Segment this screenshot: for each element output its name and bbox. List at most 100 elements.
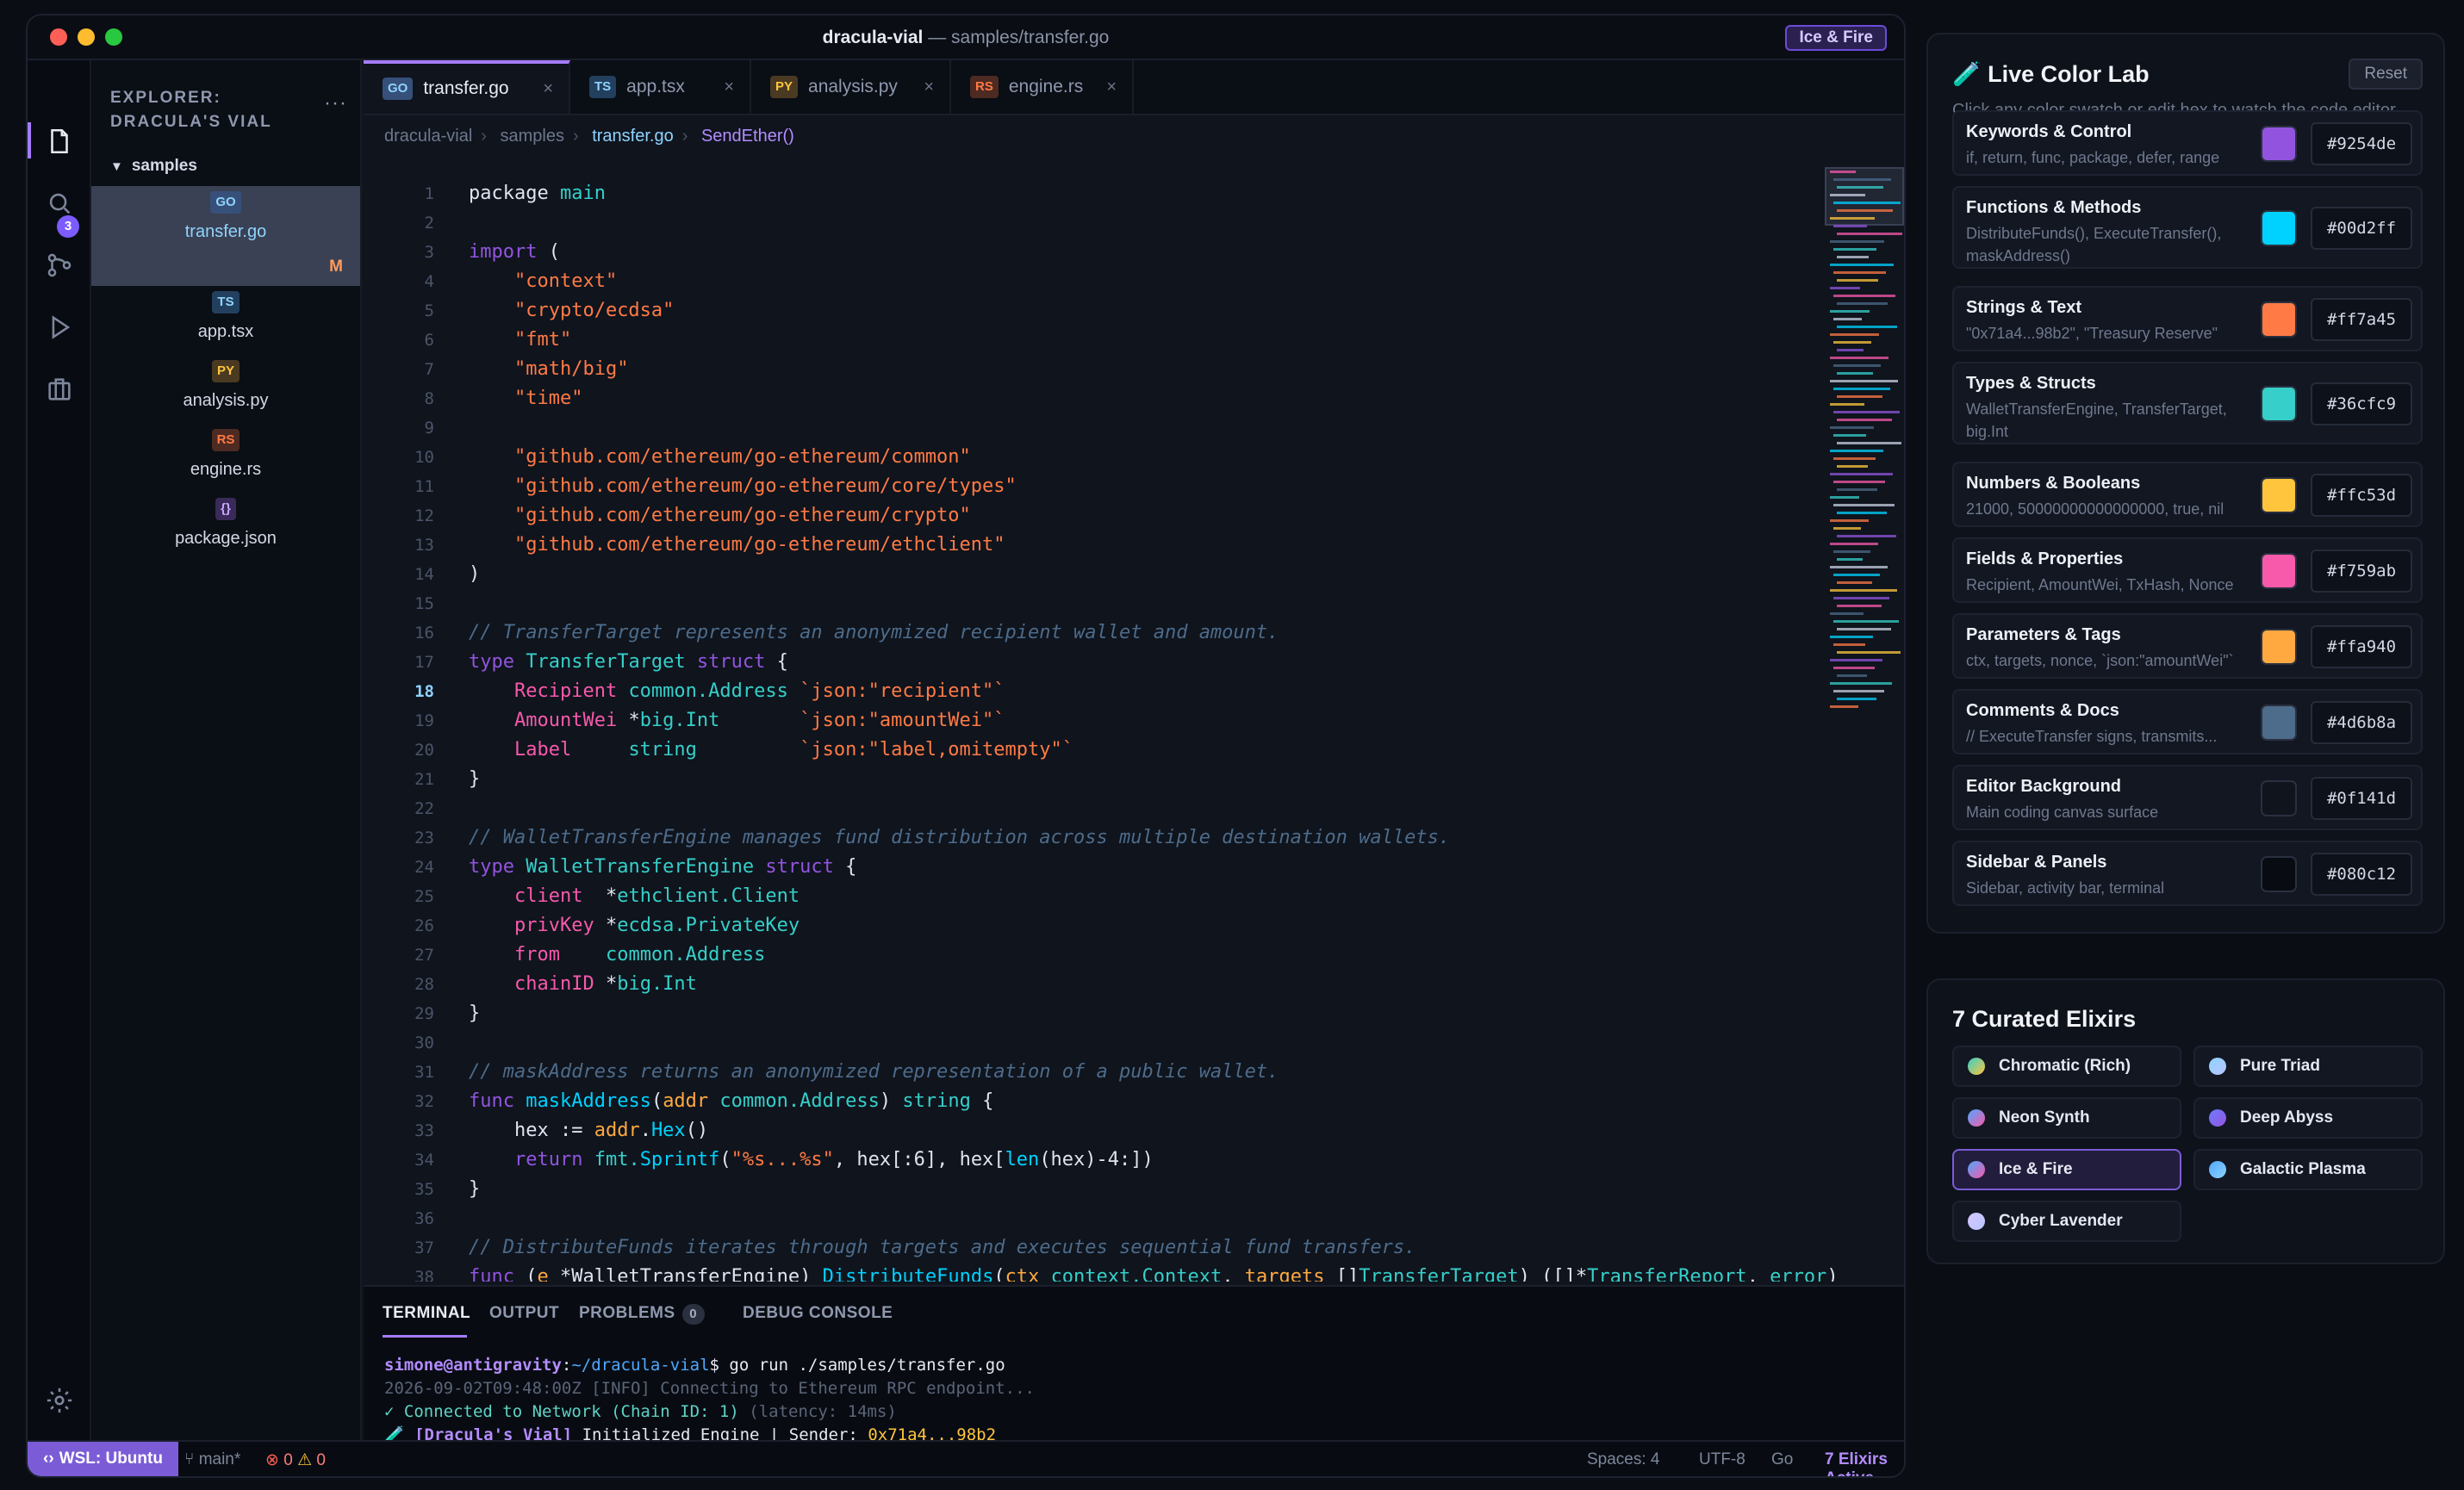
remote-indicator[interactable]: ‹› WSL: Ubuntu: [28, 1442, 178, 1476]
color-row-description: Sidebar, activity bar, terminal: [1966, 879, 2165, 897]
file-item[interactable]: TS app.tsx: [91, 291, 360, 342]
activity-explorer[interactable]: [42, 124, 77, 158]
hex-input[interactable]: #9254de: [2311, 122, 2412, 165]
color-row-name: Comments & Docs: [1966, 701, 2119, 720]
color-swatch[interactable]: [2261, 705, 2297, 741]
tab-problems[interactable]: PROBLEMS 0: [579, 1304, 705, 1325]
minimap-line: [1830, 612, 1864, 615]
file-item[interactable]: GO transfer.go: [91, 191, 360, 242]
breadcrumb-item[interactable]: transfer.go: [592, 127, 674, 146]
elixir-option[interactable]: Pure Triad: [2193, 1046, 2423, 1087]
color-swatch[interactable]: [2261, 210, 2297, 246]
color-row-name: Keywords & Control: [1966, 122, 2132, 141]
rust-file-icon: RS: [970, 76, 999, 98]
activity-bar: 3: [28, 60, 91, 1440]
live-color-lab: 🧪 Live Color Lab Reset Click any color s…: [1926, 33, 2445, 934]
hex-input[interactable]: #ffc53d: [2311, 474, 2412, 517]
close-icon[interactable]: ×: [924, 78, 934, 97]
hex-input[interactable]: #4d6b8a: [2311, 701, 2412, 744]
folder-samples[interactable]: ▼ samples: [110, 157, 197, 176]
elixir-option[interactable]: Galactic Plasma: [2193, 1149, 2423, 1190]
hex-input[interactable]: #f759ab: [2311, 549, 2412, 593]
elixirs-indicator[interactable]: 7 Elixirs Active: [1825, 1450, 1904, 1476]
color-row-description: // ExecuteTransfer signs, transmits...: [1966, 728, 2218, 745]
elixirs-title: 7 Curated Elixirs: [1952, 1006, 2137, 1032]
minimap-line: [1833, 690, 1884, 692]
language-indicator[interactable]: Go: [1771, 1450, 1793, 1469]
elixir-option[interactable]: Ice & Fire: [1952, 1149, 2181, 1190]
breadcrumb-item[interactable]: dracula-vial: [384, 127, 472, 146]
hex-input[interactable]: #0f141d: [2311, 777, 2412, 820]
hex-input[interactable]: #36cfc9: [2311, 382, 2412, 425]
line-number: 19: [414, 711, 434, 730]
line-number: 17: [414, 653, 434, 672]
tab-transfer-go[interactable]: GO transfer.go ×: [364, 60, 570, 114]
typescript-file-icon: TS: [589, 76, 617, 98]
python-file-icon: PY: [211, 360, 240, 382]
breadcrumb-item[interactable]: samples: [501, 127, 564, 146]
color-swatch[interactable]: [2261, 856, 2297, 892]
tab-analysis-py[interactable]: PY analysis.py ×: [751, 60, 951, 114]
file-item[interactable]: {} package.json: [91, 498, 360, 549]
hex-input[interactable]: #ffa940: [2311, 625, 2412, 668]
hex-input[interactable]: #00d2ff: [2311, 207, 2412, 250]
activity-source-control[interactable]: [42, 248, 77, 282]
close-icon[interactable]: ×: [1106, 78, 1117, 97]
color-swatch[interactable]: [2261, 477, 2297, 513]
hex-input[interactable]: #ff7a45: [2311, 298, 2412, 341]
minimap-line: [1837, 488, 1877, 491]
elixir-option[interactable]: Deep Abyss: [2193, 1097, 2423, 1139]
activity-run-debug[interactable]: [42, 310, 77, 345]
minimap-line: [1833, 550, 1870, 553]
color-row: Editor Background Main coding canvas surf…: [1952, 765, 2423, 830]
tab-terminal[interactable]: TERMINAL: [383, 1304, 470, 1323]
tab-debug-console[interactable]: DEBUG CONSOLE: [743, 1304, 893, 1323]
color-swatch[interactable]: [2261, 780, 2297, 816]
hex-input[interactable]: #080c12: [2311, 853, 2412, 896]
reset-button[interactable]: Reset: [2349, 59, 2423, 90]
elixir-option[interactable]: Cyber Lavender: [1952, 1201, 2181, 1242]
minimap-line: [1833, 202, 1901, 204]
more-actions-icon[interactable]: ···: [324, 91, 347, 115]
color-swatch[interactable]: [2261, 301, 2297, 338]
tab-app-tsx[interactable]: TS app.tsx ×: [570, 60, 751, 114]
line-number: 1: [424, 184, 434, 203]
file-name: app.tsx: [197, 322, 254, 341]
encoding-indicator[interactable]: UTF-8: [1699, 1450, 1745, 1469]
file-item[interactable]: RS engine.rs: [91, 429, 360, 480]
json-file-icon: {}: [215, 498, 236, 520]
line-number: 33: [414, 1121, 434, 1140]
line-number: 23: [414, 829, 434, 847]
color-swatch[interactable]: [2261, 386, 2297, 422]
minimap-line: [1833, 643, 1865, 646]
minimap-line: [1833, 341, 1871, 344]
tab-output[interactable]: OUTPUT: [489, 1304, 559, 1323]
line-number: 4: [424, 272, 434, 291]
elixir-option[interactable]: Neon Synth: [1952, 1097, 2181, 1139]
color-row: Fields & Properties Recipient, AmountWei,…: [1952, 537, 2423, 603]
minimap-line: [1830, 287, 1860, 289]
color-row-name: Parameters & Tags: [1966, 625, 2121, 644]
color-swatch[interactable]: [2261, 629, 2297, 665]
close-icon[interactable]: ×: [543, 79, 553, 99]
activity-settings[interactable]: [42, 1383, 77, 1418]
line-number: 30: [414, 1034, 434, 1052]
color-swatch[interactable]: [2261, 126, 2297, 162]
indentation-indicator[interactable]: Spaces: 4: [1587, 1450, 1660, 1469]
color-row-name: Functions & Methods: [1966, 198, 2142, 217]
minimap-line: [1837, 233, 1902, 235]
color-row-description: 21000, 50000000000000000, true, nil: [1966, 500, 2224, 518]
activity-extensions[interactable]: [42, 372, 77, 407]
color-swatch[interactable]: [2261, 553, 2297, 589]
code-editor[interactable]: 1 package main 2 3 import (4 "context" 5 "cry…: [364, 162, 1845, 1282]
minimap[interactable]: [1825, 162, 1904, 765]
code-line: "time": [513, 388, 583, 409]
tab-engine-rs[interactable]: RS engine.rs ×: [951, 60, 1134, 114]
problems-indicator[interactable]: ⊗ 0 ⚠ 0: [265, 1450, 326, 1470]
elixir-option[interactable]: Chromatic (Rich): [1952, 1046, 2181, 1087]
breadcrumb-item[interactable]: SendEther(): [701, 127, 794, 146]
branch-indicator[interactable]: ⑂ main*: [184, 1450, 240, 1469]
close-icon[interactable]: ×: [724, 78, 734, 97]
minimap-line: [1830, 333, 1879, 336]
file-item[interactable]: PY analysis.py: [91, 360, 360, 411]
